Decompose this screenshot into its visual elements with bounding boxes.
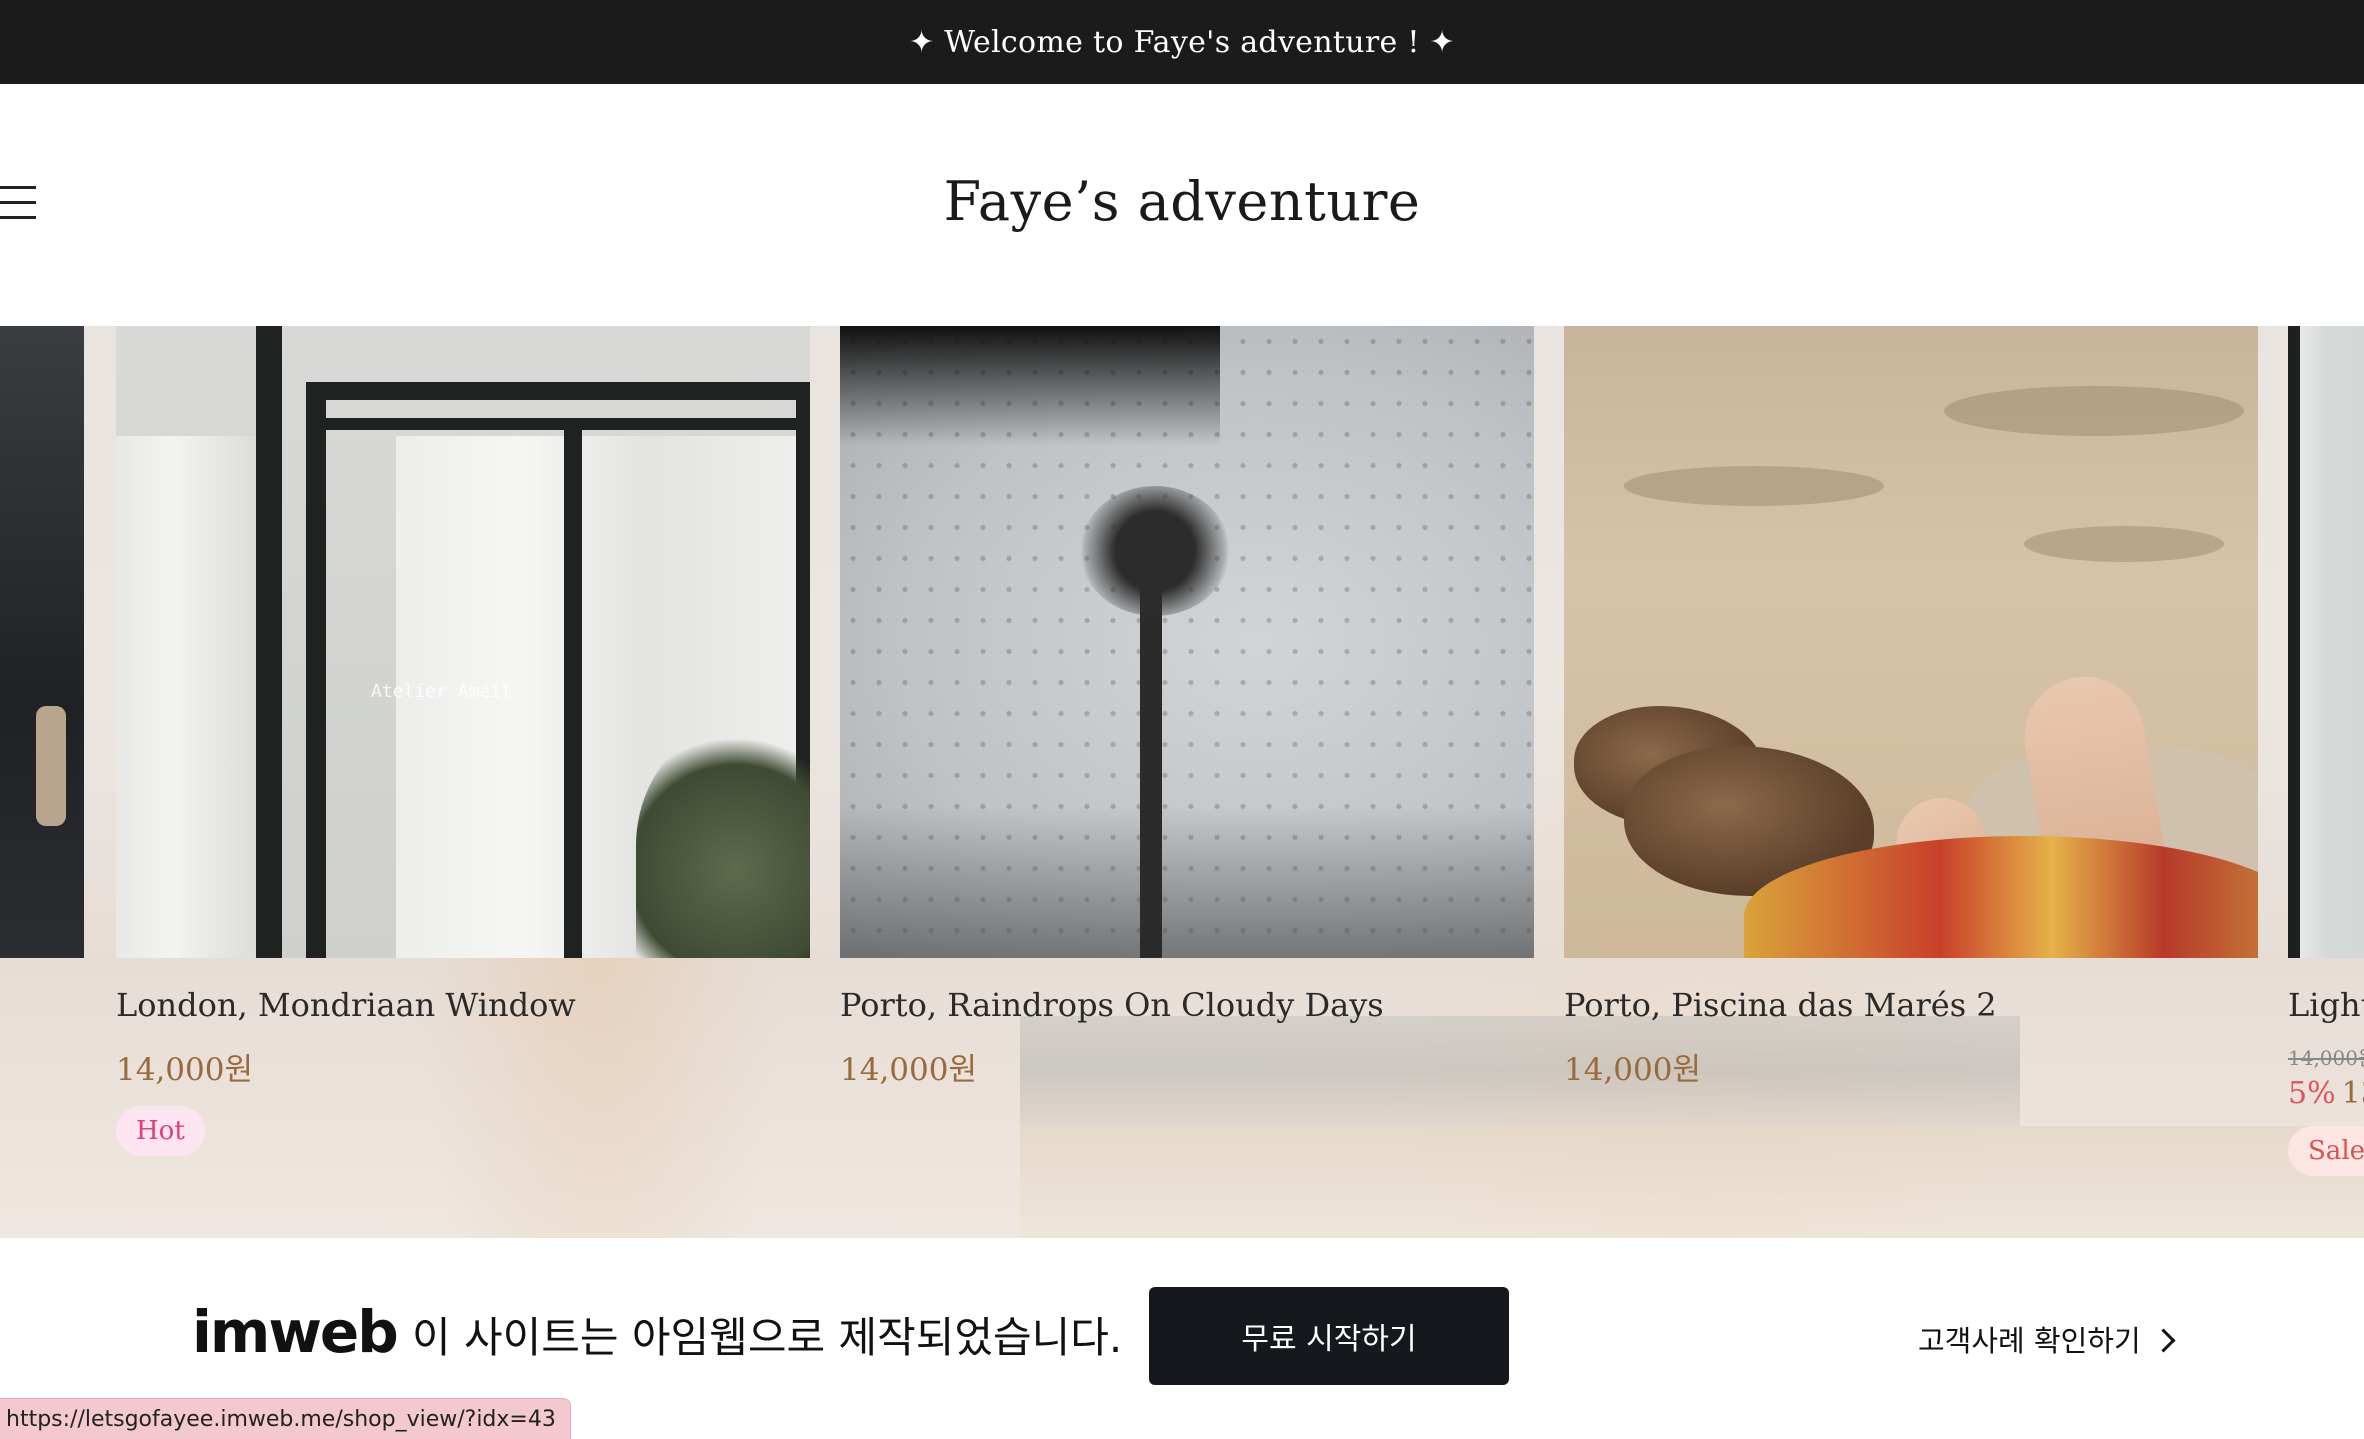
product-price: 14,000원 xyxy=(1564,1052,1701,1088)
banner-message: 이 사이트는 아임웹으로 제작되었습니다. xyxy=(412,1313,1123,1362)
product-image[interactable]: Atelier Ameil xyxy=(116,326,810,958)
product-price: 14,000원 xyxy=(116,1052,253,1088)
product-name[interactable]: Light xyxy=(2288,986,2364,1024)
site-title[interactable]: Faye’s adventure xyxy=(0,170,2364,233)
product-name[interactable]: Porto, Piscina das Marés 2 xyxy=(1564,986,1997,1024)
discount-rate: 5% xyxy=(2288,1076,2336,1111)
product-carousel[interactable]: Atelier Ameil London, Mondriaan Window 1… xyxy=(0,326,2364,1238)
imweb-logo[interactable]: imweb xyxy=(192,1298,399,1366)
product-name[interactable]: Porto, Raindrops On Cloudy Days xyxy=(840,986,1384,1024)
start-free-button[interactable]: 무료 시작하기 xyxy=(1149,1287,1509,1385)
status-bar-url: https://letsgofayee.imweb.me/shop_view/?… xyxy=(0,1398,571,1439)
product-price: 13 xyxy=(2341,1076,2364,1111)
sale-badge: Sale xyxy=(2288,1126,2364,1176)
product-image[interactable] xyxy=(0,326,84,958)
customer-cases-link[interactable]: 고객사례 확인하기 xyxy=(1918,1318,2176,1360)
announcement-bar: ✦ Welcome to Faye's adventure ! ✦ xyxy=(0,0,2364,84)
announcement-text: ✦ Welcome to Faye's adventure ! ✦ xyxy=(909,24,1455,60)
original-price: 14,000원 xyxy=(2288,1046,2364,1070)
product-image[interactable] xyxy=(1564,326,2258,958)
hot-badge: Hot xyxy=(116,1106,205,1156)
product-image[interactable] xyxy=(840,326,1534,958)
chevron-right-icon xyxy=(2151,1328,2176,1353)
customer-cases-label: 고객사례 확인하기 xyxy=(1918,1324,2141,1358)
product-image[interactable] xyxy=(2288,326,2364,958)
photo-sign-text: Atelier Ameil xyxy=(371,681,512,702)
discount-price: 5%13 xyxy=(2288,1076,2364,1111)
product-name[interactable]: London, Mondriaan Window xyxy=(116,986,576,1024)
product-price: 14,000원 xyxy=(840,1052,977,1088)
site-header: Faye’s adventure xyxy=(0,84,2364,326)
